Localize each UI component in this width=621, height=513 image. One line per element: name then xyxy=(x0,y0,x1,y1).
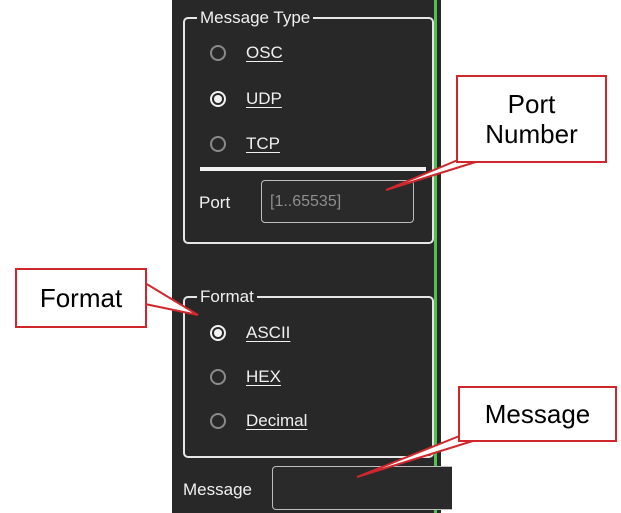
callout-message: Message xyxy=(458,386,617,442)
radio-hex[interactable]: HEX xyxy=(210,364,281,390)
radio-osc[interactable]: OSC xyxy=(210,40,283,66)
radio-osc-circle[interactable] xyxy=(210,45,226,61)
format-legend: Format xyxy=(197,288,257,306)
message-type-separator xyxy=(200,167,426,171)
radio-hex-label[interactable]: HEX xyxy=(246,367,281,387)
radio-decimal[interactable]: Decimal xyxy=(210,408,307,434)
radio-tcp[interactable]: TCP xyxy=(210,131,280,157)
message-type-legend: Message Type xyxy=(197,9,314,27)
radio-ascii[interactable]: ASCII xyxy=(210,320,290,346)
radio-decimal-circle[interactable] xyxy=(210,413,226,429)
radio-udp[interactable]: UDP xyxy=(210,86,282,112)
callout-format: Format xyxy=(15,268,147,328)
message-input[interactable] xyxy=(272,466,452,510)
port-label: Port xyxy=(199,193,231,212)
radio-ascii-circle[interactable] xyxy=(210,325,226,341)
port-placeholder: [1..65535] xyxy=(270,192,342,210)
annotated-screenshot: Message Type OSC UDP TCP Port [1..65535]… xyxy=(0,0,621,513)
radio-hex-circle[interactable] xyxy=(210,369,226,385)
callout-format-text: Format xyxy=(39,283,123,313)
callout-port-number: Port Number xyxy=(456,75,607,163)
radio-tcp-circle[interactable] xyxy=(210,136,226,152)
panel-edge xyxy=(434,0,437,513)
radio-ascii-label[interactable]: ASCII xyxy=(246,323,290,343)
callout-message-text: Message xyxy=(484,399,591,429)
radio-udp-label[interactable]: UDP xyxy=(246,89,282,109)
message-label: Message xyxy=(183,480,252,499)
port-input[interactable]: [1..65535] xyxy=(261,180,414,223)
radio-tcp-label[interactable]: TCP xyxy=(246,134,280,154)
radio-decimal-label[interactable]: Decimal xyxy=(246,411,307,431)
callout-port-number-text: Port Number xyxy=(485,89,578,149)
radio-udp-circle[interactable] xyxy=(210,91,226,107)
radio-osc-label[interactable]: OSC xyxy=(246,43,283,63)
